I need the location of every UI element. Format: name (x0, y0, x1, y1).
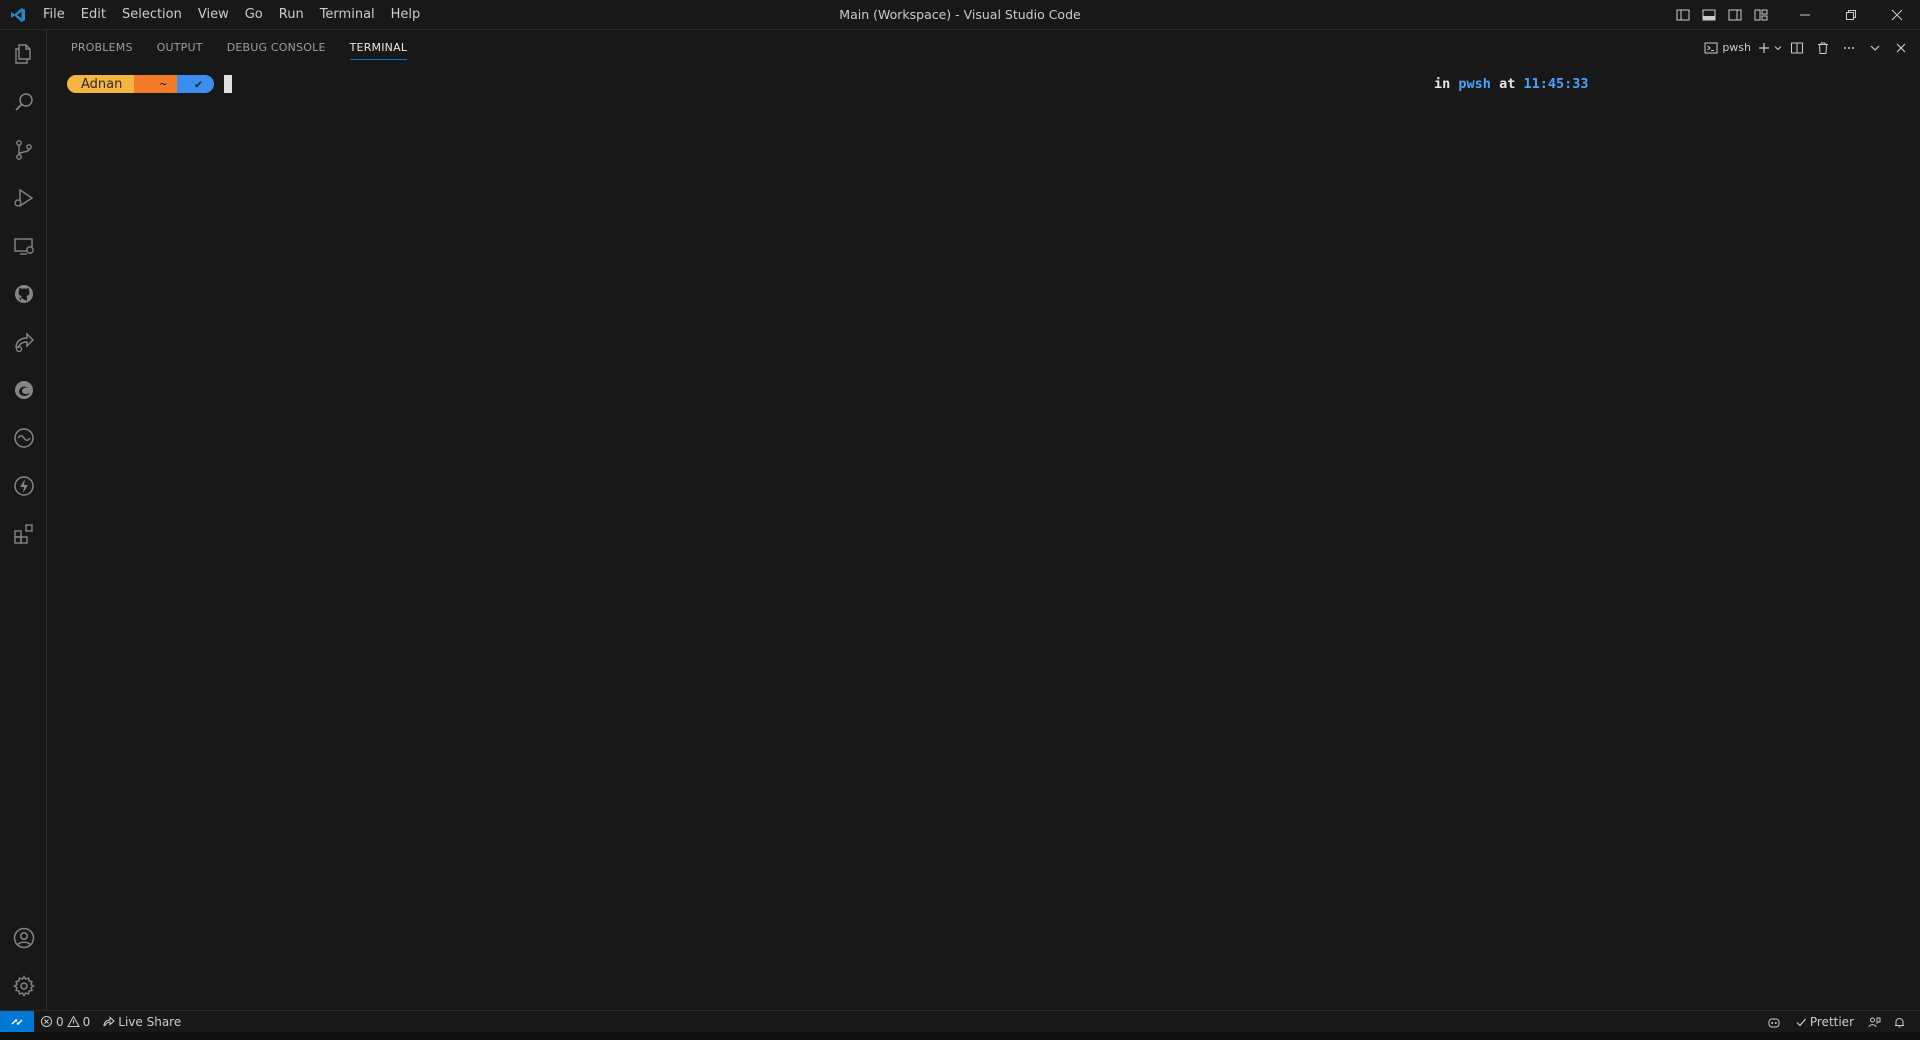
ellipsis-icon (1844, 46, 1854, 49)
restore-icon[interactable] (1828, 0, 1874, 30)
split-icon (1791, 42, 1803, 53)
feedback-status[interactable] (1862, 1011, 1887, 1033)
panel-actions: pwsh (1699, 30, 1914, 65)
split-terminal-button[interactable] (1785, 37, 1809, 59)
rprompt-time: 11:45:33 (1523, 76, 1589, 92)
search-icon[interactable] (0, 78, 47, 126)
prompt-user-segment: Adnan (67, 75, 144, 93)
title-bar: File Edit Selection View Go Run Terminal… (0, 0, 1920, 30)
terminal-prompt: Adnan ~ ✔ (67, 74, 233, 94)
trash-icon (1818, 42, 1828, 54)
maximize-panel-button[interactable] (1863, 37, 1887, 59)
lightning-icon[interactable] (0, 462, 47, 510)
toggle-secondary-sidebar-icon[interactable] (1722, 0, 1748, 30)
live-share-status[interactable]: Live Share (96, 1011, 187, 1033)
github-icon[interactable] (0, 270, 47, 318)
terminal-view[interactable]: Adnan ~ ✔ in pwsh at 11:45:33 (67, 74, 1920, 1010)
status-bar-right: Prettier (1761, 1011, 1912, 1033)
tab-debug-console[interactable]: DEBUG CONSOLE (215, 30, 338, 65)
rprompt-shell: pwsh (1458, 76, 1491, 92)
prompt-status-segment: ✔ (176, 75, 215, 93)
prettier-status[interactable]: Prettier (1787, 1011, 1862, 1033)
menu-run[interactable]: Run (271, 0, 312, 30)
close-panel-button[interactable] (1889, 37, 1913, 59)
remote-icon (11, 1018, 23, 1025)
activity-bar-bottom (0, 914, 47, 1010)
status-bar: 0 0 Live Share Prettier (0, 1010, 1920, 1033)
close-icon (1896, 43, 1906, 52)
explorer-icon[interactable] (0, 30, 47, 78)
terminal-selector[interactable]: pwsh (1700, 37, 1755, 59)
warning-count: 0 (82, 1014, 91, 1029)
menu-bar: File Edit Selection View Go Run Terminal… (35, 0, 428, 30)
copilot-status[interactable] (1761, 1011, 1787, 1033)
terminal-right-prompt: in pwsh at 11:45:33 (1434, 74, 1589, 94)
terminal-cursor (224, 75, 233, 93)
menu-file[interactable]: File (35, 0, 73, 30)
remote-explorer-icon[interactable] (0, 222, 47, 270)
bell-icon (1895, 1017, 1904, 1027)
kill-terminal-button[interactable] (1811, 37, 1835, 59)
taskbar-strip (0, 1032, 1920, 1040)
live-share-label: Live Share (118, 1014, 182, 1029)
tab-output[interactable]: OUTPUT (145, 30, 215, 65)
rprompt-in: in (1434, 76, 1451, 92)
error-icon (41, 1016, 52, 1027)
wave-icon[interactable] (0, 414, 47, 462)
menu-edit[interactable]: Edit (73, 0, 114, 30)
menu-go[interactable]: Go (237, 0, 271, 30)
vscode-logo-icon (0, 0, 35, 30)
menu-help[interactable]: Help (383, 0, 429, 30)
prompt-path-segment: ~ (134, 75, 187, 93)
error-count: 0 (56, 1014, 64, 1029)
remote-indicator[interactable] (0, 1010, 34, 1033)
chevron-down-icon (1774, 45, 1782, 50)
menu-selection[interactable]: Selection (114, 0, 190, 30)
menu-view[interactable]: View (190, 0, 237, 30)
tab-problems[interactable]: PROBLEMS (59, 30, 145, 65)
minimize-icon[interactable] (1782, 0, 1828, 30)
chevron-down-icon (1870, 45, 1880, 51)
activity-bar (0, 30, 47, 1010)
toggle-panel-icon[interactable] (1696, 0, 1722, 30)
accounts-icon[interactable] (0, 914, 47, 962)
run-debug-icon[interactable] (0, 174, 47, 222)
copilot-icon (1768, 1018, 1780, 1027)
panel-tabs: PROBLEMS OUTPUT DEBUG CONSOLE TERMINAL (47, 30, 1920, 65)
rprompt-at: at (1499, 76, 1516, 92)
warning-icon (66, 1015, 80, 1027)
prettier-label: Prettier (1809, 1015, 1854, 1029)
toggle-primary-sidebar-icon[interactable] (1670, 0, 1696, 30)
more-actions-button[interactable] (1837, 37, 1861, 59)
terminal-icon (1704, 42, 1718, 53)
close-window-icon[interactable] (1874, 0, 1920, 30)
new-terminal-button[interactable] (1757, 37, 1783, 59)
panel: PROBLEMS OUTPUT DEBUG CONSOLE TERMINAL p… (47, 30, 1920, 1010)
edge-icon[interactable] (0, 366, 47, 414)
check-icon (1796, 1018, 1806, 1027)
live-share-icon[interactable] (0, 318, 47, 366)
extensions-icon[interactable] (0, 510, 47, 558)
menu-terminal[interactable]: Terminal (312, 0, 383, 30)
customize-layout-icon[interactable] (1748, 0, 1774, 30)
source-control-icon[interactable] (0, 126, 47, 174)
feedback-icon (1868, 1017, 1881, 1027)
problems-status[interactable]: 0 0 (34, 1011, 96, 1033)
plus-icon (1759, 42, 1769, 53)
live-share-icon (103, 1016, 116, 1027)
terminal-name: pwsh (1722, 41, 1751, 54)
manage-gear-icon[interactable] (0, 962, 47, 1010)
prompt-path: ~ (159, 77, 167, 91)
title-actions (1670, 0, 1920, 30)
notifications-status[interactable] (1887, 1011, 1912, 1033)
tab-terminal[interactable]: TERMINAL (338, 30, 420, 65)
